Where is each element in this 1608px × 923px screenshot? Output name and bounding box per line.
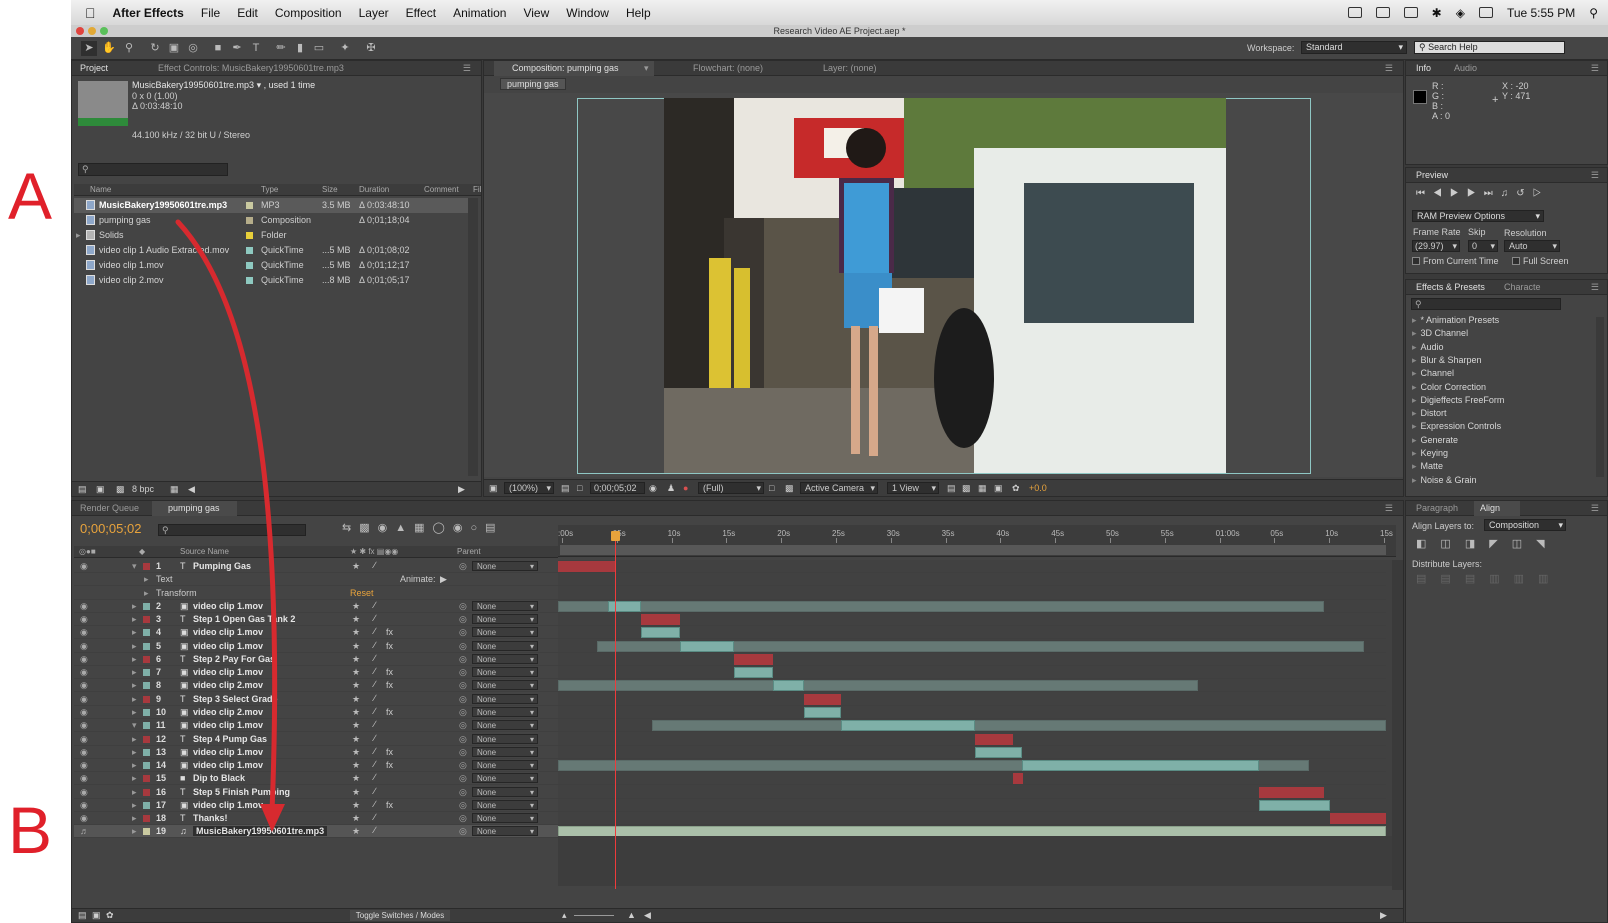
screenshot-root: A B  After Effects FileEditCompositionL…	[0, 0, 1608, 923]
annotation-arrow-path	[175, 219, 278, 815]
arrowhead-icon	[260, 804, 285, 832]
annotation-arrow	[175, 219, 285, 832]
